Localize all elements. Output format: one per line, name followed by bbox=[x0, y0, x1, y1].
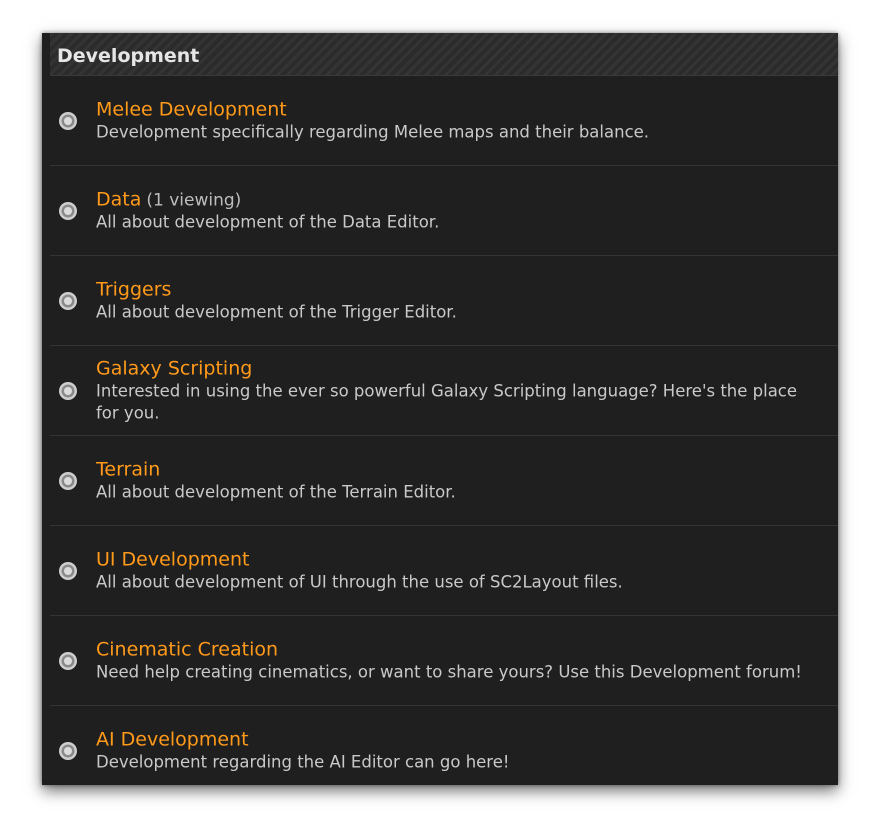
forum-bullet-icon bbox=[59, 651, 77, 670]
forum-text: AI Development Development regarding the… bbox=[96, 729, 822, 774]
forum-list: Melee Development Development specifical… bbox=[50, 76, 838, 796]
forum-row: Terrain All about development of the Ter… bbox=[50, 436, 838, 526]
forum-link[interactable]: Melee Development bbox=[96, 98, 287, 120]
forum-bullet-icon bbox=[59, 111, 77, 130]
forum-row: Data (1 viewing) All about development of… bbox=[50, 166, 838, 256]
forum-title-line: Galaxy Scripting bbox=[96, 357, 822, 380]
forum-text: Triggers All about development of the Tr… bbox=[96, 278, 822, 323]
forum-title-line: Triggers bbox=[96, 278, 822, 301]
forum-text: Galaxy Scripting Interested in using the… bbox=[96, 357, 822, 424]
forum-description: Need help creating cinematics, or want t… bbox=[96, 662, 802, 681]
forum-title-line: Melee Development bbox=[96, 98, 822, 121]
forum-bullet-icon bbox=[59, 291, 77, 310]
forum-title-line: AI Development bbox=[96, 729, 822, 752]
forum-bullet-icon bbox=[59, 471, 77, 490]
forum-row: Triggers All about development of the Tr… bbox=[50, 256, 838, 346]
forum-link[interactable]: AI Development bbox=[96, 729, 249, 751]
forum-row: AI Development Development regarding the… bbox=[50, 706, 838, 796]
forum-row: Melee Development Development specifical… bbox=[50, 76, 838, 166]
forum-text: Data (1 viewing) All about development of… bbox=[96, 188, 822, 233]
forum-row: UI Development All about development of … bbox=[50, 526, 838, 616]
forum-description: Development specifically regarding Melee… bbox=[96, 122, 650, 141]
forum-text: Melee Development Development specifical… bbox=[96, 98, 822, 143]
forum-bullet-icon bbox=[59, 381, 77, 400]
forum-link[interactable]: Galaxy Scripting bbox=[96, 357, 252, 379]
forum-text: Terrain All about development of the Ter… bbox=[96, 458, 822, 503]
forum-link[interactable]: Data bbox=[96, 188, 141, 210]
forum-title-line: Data (1 viewing) bbox=[96, 188, 822, 211]
forum-section-panel: Development Melee Development Developmen… bbox=[42, 33, 838, 785]
forum-description: All about development of the Data Editor… bbox=[96, 212, 440, 231]
forum-link[interactable]: Terrain bbox=[96, 458, 160, 480]
forum-description: All about development of the Terrain Edi… bbox=[96, 482, 456, 501]
forum-text: UI Development All about development of … bbox=[96, 548, 822, 593]
forum-title-line: Terrain bbox=[96, 458, 822, 481]
forum-description: Interested in using the ever so powerful… bbox=[96, 381, 798, 422]
forum-description: Development regarding the AI Editor can … bbox=[96, 752, 510, 772]
forum-row: Galaxy Scripting Interested in using the… bbox=[50, 346, 838, 436]
forum-description: All about development of the Trigger Edi… bbox=[96, 302, 457, 321]
forum-title-line: UI Development bbox=[96, 548, 822, 571]
forum-bullet-icon bbox=[59, 201, 77, 220]
forum-row: Cinematic Creation Need help creating ci… bbox=[50, 616, 838, 706]
viewing-count: (1 viewing) bbox=[146, 190, 242, 210]
section-header: Development bbox=[50, 33, 838, 76]
forum-link[interactable]: Cinematic Creation bbox=[96, 638, 278, 660]
forum-link[interactable]: UI Development bbox=[96, 548, 249, 570]
forum-link[interactable]: Triggers bbox=[96, 278, 171, 300]
forum-bullet-icon bbox=[59, 742, 77, 760]
forum-text: Cinematic Creation Need help creating ci… bbox=[96, 638, 822, 683]
forum-description: All about development of UI through the … bbox=[96, 572, 623, 591]
forum-bullet-icon bbox=[59, 561, 77, 580]
forum-title-line: Cinematic Creation bbox=[96, 638, 822, 661]
section-title: Development bbox=[57, 45, 200, 67]
